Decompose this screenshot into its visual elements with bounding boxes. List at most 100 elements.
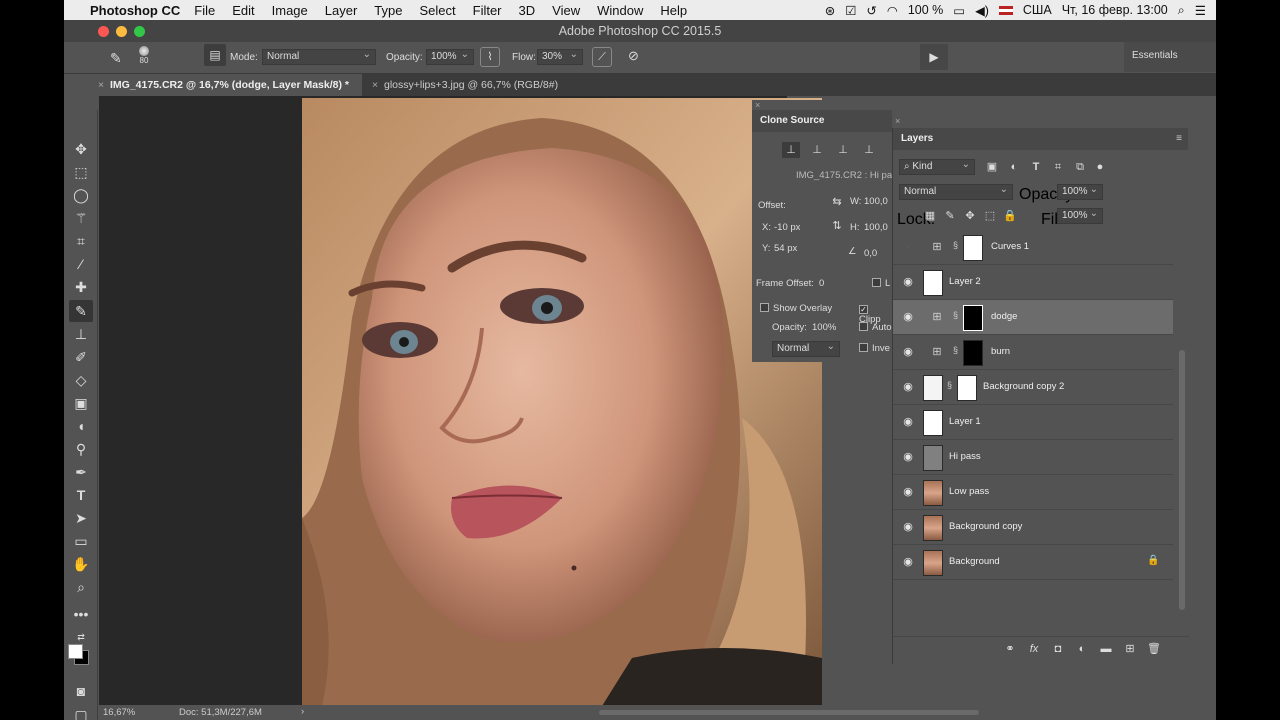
input-locale[interactable]: США (1023, 3, 1052, 17)
filter-toggle-icon[interactable]: ● (1091, 159, 1109, 175)
clone-stamp-icon[interactable]: ⊥ (69, 323, 93, 345)
clone-source-1-icon[interactable]: ⊥ (782, 142, 800, 158)
overlay-blend-select[interactable]: Normal (772, 340, 840, 357)
angle-field[interactable]: 0,0 (864, 248, 877, 259)
layer-thumb[interactable] (923, 375, 943, 401)
lock-frame-checkbox[interactable]: L (872, 278, 890, 289)
new-group-icon[interactable]: ▬ (1097, 641, 1115, 657)
flip-vertical-icon[interactable]: ⇅ (828, 218, 846, 234)
flow-field[interactable]: 30% (537, 48, 583, 65)
auto-hide-checkbox[interactable]: Auto (859, 322, 892, 333)
layer-name[interactable]: Background copy 2 (983, 381, 1064, 392)
workspace-switcher[interactable]: Essentials (1124, 42, 1216, 72)
battery-icon[interactable]: ▭ (953, 3, 965, 18)
airbrush-icon[interactable]: ⟋ (592, 47, 612, 67)
layer-mask-thumb[interactable] (963, 305, 983, 331)
play-action-button[interactable]: ▶ (920, 44, 948, 70)
portrait-image[interactable] (302, 98, 822, 706)
blend-mode-select[interactable]: Normal (899, 183, 1013, 200)
battery-label[interactable]: 100 % (908, 3, 943, 17)
layer-burn[interactable]: ◉ ⊞ § burn (893, 335, 1173, 370)
more-tools-icon[interactable]: ••• (69, 603, 93, 625)
lasso-tool-icon[interactable]: ◯ (69, 184, 93, 206)
screen-mode-icon[interactable]: ▢ (69, 704, 93, 720)
layer-mask-thumb[interactable] (963, 340, 983, 366)
layer-name[interactable]: Hi pass (949, 451, 981, 462)
crop-tool-icon[interactable]: ⌗ (69, 230, 93, 252)
check-status-icon[interactable]: ☑ (845, 3, 856, 18)
history-brush-icon[interactable]: ✐ (69, 346, 93, 368)
show-overlay-checkbox[interactable]: Show Overlay (760, 303, 832, 314)
layer-layer-2[interactable]: ◉ Layer 2 (893, 265, 1173, 300)
new-adjustment-icon[interactable]: ◐ (1073, 641, 1091, 657)
brush-panel-toggle-icon[interactable]: ▤ (204, 44, 226, 66)
minimize-window-button[interactable] (116, 26, 127, 37)
layer-name[interactable]: Low pass (949, 486, 989, 497)
layer-name[interactable]: burn (991, 346, 1010, 357)
layer-background-copy[interactable]: ◉ Background copy (893, 510, 1173, 545)
menu-window[interactable]: Window (597, 3, 643, 18)
blur-tool-icon[interactable]: ◖ (69, 415, 93, 437)
menu-select[interactable]: Select (419, 3, 455, 18)
pressure-opacity-icon[interactable]: ⌇ (480, 47, 500, 67)
visibility-off-icon[interactable]: · (901, 241, 915, 253)
tab-img-4175[interactable]: × IMG_4175.CR2 @ 16,7% (dodge, Layer Mas… (94, 74, 362, 96)
layer-thumb[interactable] (923, 410, 943, 436)
menu-layer[interactable]: Layer (325, 3, 358, 18)
layer-name[interactable]: Layer 1 (949, 416, 981, 427)
filter-kind-select[interactable]: ⌕ Kind (899, 158, 975, 175)
layer-dodge[interactable]: ◉ ⊞ § dodge (893, 300, 1173, 335)
menu-3d[interactable]: 3D (519, 3, 536, 18)
add-mask-icon[interactable]: ◘ (1049, 641, 1067, 657)
layer-low-pass[interactable]: ◉ Low pass (893, 475, 1173, 510)
eye-icon[interactable]: ◉ (901, 346, 915, 358)
frame-offset-field[interactable]: 0 (819, 278, 824, 289)
magic-wand-icon[interactable]: ⚚ (69, 207, 93, 229)
eye-icon[interactable]: ◉ (901, 311, 915, 323)
x-field[interactable]: -10 px (774, 222, 800, 233)
fill-field[interactable]: 100% (1057, 207, 1103, 224)
new-layer-icon[interactable]: ⊞ (1121, 641, 1139, 657)
invert-checkbox[interactable]: Inve (859, 343, 890, 354)
layer-name[interactable]: Background copy (949, 521, 1022, 532)
brush-preset-picker[interactable]: 80 (132, 46, 156, 65)
eye-icon[interactable]: ◉ (901, 451, 915, 463)
menu-filter[interactable]: Filter (473, 3, 502, 18)
layer-name[interactable]: Layer 2 (949, 276, 981, 287)
canvas-area[interactable] (99, 96, 822, 706)
lock-pixels-icon[interactable]: ✎ (941, 208, 959, 224)
healing-brush-icon[interactable]: ✚ (69, 276, 93, 298)
layer-thumb[interactable] (923, 550, 943, 576)
lock-position-icon[interactable]: ✥ (961, 208, 979, 224)
eraser-icon[interactable]: ◇ (69, 369, 93, 391)
pressure-size-icon[interactable]: ⊘ (628, 48, 639, 64)
filter-smart-object-icon[interactable]: ⧉ (1071, 159, 1089, 175)
eye-icon[interactable]: ◉ (901, 486, 915, 498)
menu-help[interactable]: Help (660, 3, 687, 18)
layer-thumb[interactable] (923, 445, 943, 471)
mode-select[interactable]: Normal (262, 48, 376, 65)
w-field[interactable]: 100,0 (864, 196, 888, 207)
clone-source-2-icon[interactable]: ⊥ (808, 142, 826, 158)
lock-artboard-icon[interactable]: ⬚ (981, 208, 999, 224)
rectangle-tool-icon[interactable]: ▭ (69, 530, 93, 552)
opacity-field[interactable]: 100% (426, 48, 474, 65)
flag-icon[interactable] (998, 5, 1013, 15)
eye-icon[interactable]: ◉ (901, 381, 915, 393)
layer-curves-1[interactable]: · ⊞ § Curves 1 (893, 230, 1173, 265)
layer-opacity-field[interactable]: 100% (1057, 183, 1103, 200)
pen-tool-icon[interactable]: ✒ (69, 461, 93, 483)
creative-cloud-icon[interactable]: ⊛ (825, 3, 835, 18)
type-tool-icon[interactable]: T (69, 484, 93, 506)
layers-scrollbar[interactable] (1179, 350, 1185, 610)
zoom-window-button[interactable] (134, 26, 145, 37)
h-field[interactable]: 100,0 (864, 222, 888, 233)
flip-icon[interactable]: ⇆ (828, 194, 846, 210)
layer-name[interactable]: Background (949, 556, 1000, 567)
y-field[interactable]: 54 px (774, 243, 797, 254)
filter-type-icon[interactable]: T (1027, 159, 1045, 175)
zoom-level[interactable]: 16,67% (103, 707, 135, 718)
filter-adjustment-icon[interactable]: ◐ (1005, 159, 1023, 175)
path-selection-icon[interactable]: ➤ (69, 507, 93, 529)
move-tool-icon[interactable]: ✥ (69, 138, 93, 160)
